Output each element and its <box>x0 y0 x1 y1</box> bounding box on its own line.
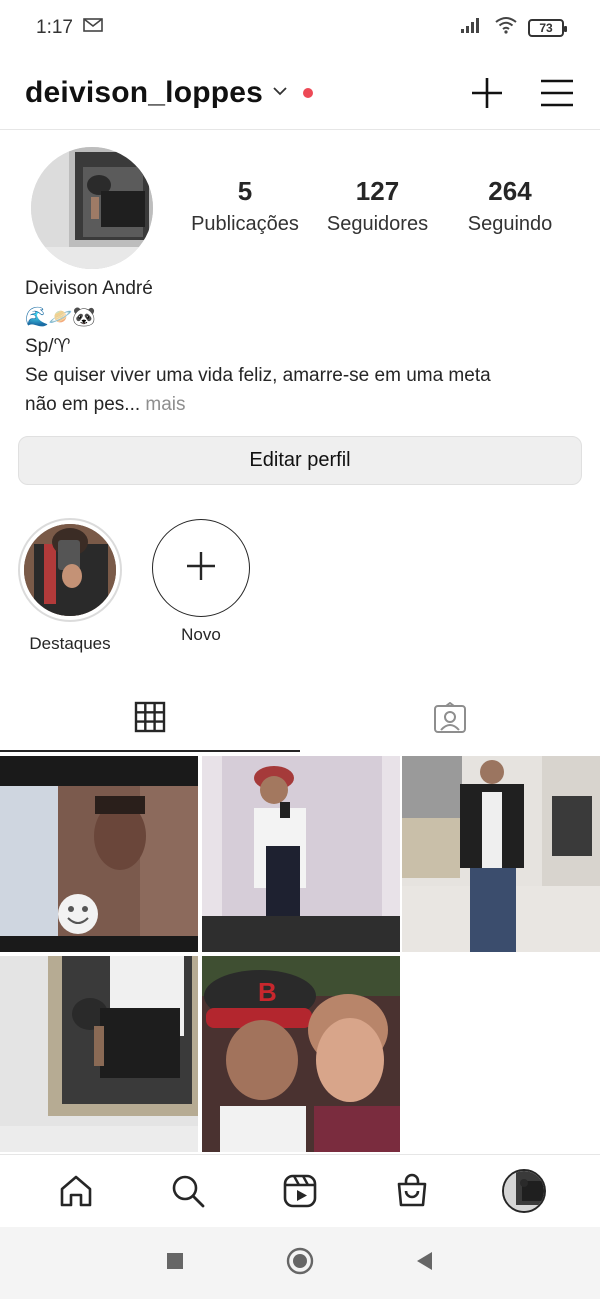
highlight-label: Destaques <box>29 634 111 653</box>
bio-emoji-line: 🌊🪐🐼 <box>25 307 96 328</box>
grid-post-2[interactable] <box>202 756 400 952</box>
signal-icon <box>460 16 484 40</box>
tagged-icon <box>433 701 467 739</box>
grid-icon <box>134 701 166 738</box>
profile-tab[interactable] <box>494 1161 554 1221</box>
status-bar: 1:17 73 <box>0 0 600 56</box>
posts-count: 5 <box>237 176 253 206</box>
reels-icon[interactable] <box>270 1161 330 1221</box>
svg-text:B: B <box>258 977 277 1007</box>
bottom-navigation <box>0 1154 600 1226</box>
bio-text-line1: Se quiser viver uma vida feliz, amarre-s… <box>25 365 491 386</box>
followers-count: 127 <box>355 176 400 206</box>
notification-dot <box>303 87 314 98</box>
profile-avatar[interactable] <box>31 147 153 269</box>
recents-square-icon[interactable] <box>165 1251 185 1276</box>
battery-indicator: 73 <box>528 19 567 37</box>
following-label: Seguindo <box>467 213 553 235</box>
search-icon[interactable] <box>158 1161 218 1221</box>
posts-label: Publicações <box>191 213 299 235</box>
back-triangle-icon[interactable] <box>415 1250 435 1277</box>
stat-following[interactable]: 264 Seguindo <box>445 176 575 236</box>
shop-icon[interactable] <box>382 1161 442 1221</box>
highlight-new-label: Novo <box>181 625 221 644</box>
menu-icon[interactable] <box>540 78 574 108</box>
grid-post-1[interactable] <box>0 756 198 952</box>
android-navigation <box>0 1227 600 1299</box>
username[interactable]: deivison_loppes <box>25 76 263 110</box>
status-time: 1:17 <box>36 17 73 38</box>
edit-profile-button[interactable]: Editar perfil <box>18 436 582 485</box>
display-name: Deivison André <box>25 278 153 299</box>
stat-posts[interactable]: 5 Publicações <box>180 176 310 236</box>
home-circle-icon[interactable] <box>285 1246 315 1281</box>
tab-tagged[interactable] <box>300 688 600 752</box>
bio-more-link[interactable]: mais <box>140 394 185 415</box>
profile-bio: Deivison André 🌊🪐🐼 Sp/♈ Se quiser viver … <box>25 274 585 419</box>
home-icon[interactable] <box>46 1161 106 1221</box>
profile-stats: 5 Publicações 127 Seguidores 264 Seguind… <box>180 176 580 236</box>
mail-icon <box>83 17 103 39</box>
followers-label: Seguidores <box>326 213 429 235</box>
grid-post-5[interactable]: B <box>202 956 400 1152</box>
wifi-icon <box>494 16 518 40</box>
bio-location-line: Sp/♈ <box>25 336 71 357</box>
bio-text-line2: não em pes... <box>25 394 141 415</box>
highlight-destaques[interactable]: Destaques <box>18 518 122 654</box>
new-post-plus-icon[interactable] <box>470 76 504 110</box>
grid-post-3[interactable] <box>402 756 600 952</box>
highlight-new[interactable]: Novo <box>152 519 250 645</box>
chevron-down-icon[interactable] <box>271 84 289 102</box>
highlight-cover <box>24 524 116 616</box>
stat-followers[interactable]: 127 Seguidores <box>310 176 445 236</box>
profile-avatar-small <box>502 1168 546 1213</box>
grid-post-4[interactable] <box>0 956 198 1152</box>
following-count: 264 <box>488 176 532 206</box>
plus-icon <box>185 550 217 587</box>
profile-tabs <box>0 688 600 752</box>
account-switcher[interactable]: deivison_loppes <box>25 76 314 110</box>
profile-header: deivison_loppes <box>0 56 600 130</box>
tab-grid[interactable] <box>0 688 300 752</box>
